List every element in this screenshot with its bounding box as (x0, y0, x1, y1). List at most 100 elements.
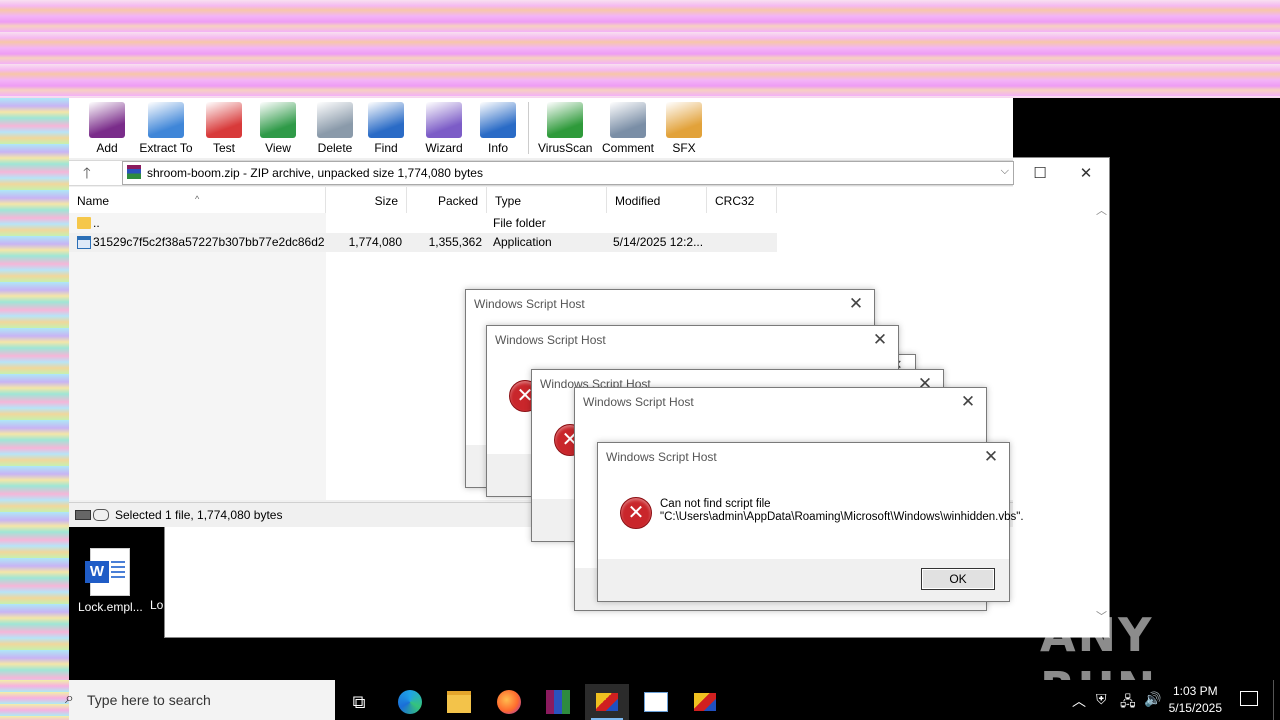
column-header-label: CRC32 (715, 194, 755, 208)
toolbar-button-label: View (265, 141, 291, 155)
file-explorer-icon[interactable] (437, 684, 481, 720)
name-column-shade (69, 213, 326, 500)
word-document-icon: W (85, 548, 130, 596)
add-archive-icon (89, 102, 125, 138)
comment-icon (610, 102, 646, 138)
archive-path-text: shroom-boom.zip - ZIP archive, unpacked … (147, 166, 483, 180)
winrar-taskbar-icon[interactable] (536, 684, 580, 720)
sfx-box-icon (666, 102, 702, 138)
trash-icon (317, 102, 353, 138)
file-row-selected[interactable]: 31529c7f5c2f38a57227b307bb77e2dc86d28...… (69, 233, 777, 252)
up-folder-icon[interactable]: 🡑 (83, 163, 91, 188)
script-host-taskbar-icon[interactable] (585, 684, 629, 720)
edge-browser-icon[interactable] (388, 684, 432, 720)
magic-wand-icon (426, 102, 462, 138)
chevron-up-icon[interactable]: ︿ (1096, 202, 1107, 218)
clock-time: 1:03 PM (1172, 684, 1218, 698)
file-name: .. (93, 216, 100, 230)
test-clipboard-icon (206, 102, 242, 138)
toolbar-button-add[interactable]: Add (87, 102, 127, 155)
column-header-size[interactable]: Size (326, 187, 407, 213)
script-host-taskbar-icon-2[interactable] (683, 684, 727, 720)
file-size: 1,774,080 (348, 235, 402, 249)
toolbar-button-label: Add (96, 141, 118, 155)
info-icon (480, 102, 516, 138)
firefox-icon[interactable] (487, 684, 531, 720)
toolbar-button-label: Extract To (139, 141, 193, 155)
close-icon[interactable]: ✕ (956, 390, 980, 414)
glitch-stripes-bottom (0, 680, 69, 720)
column-header-label: Size (374, 194, 398, 208)
maximize-icon[interactable]: ☐ (1017, 158, 1063, 188)
volume-icon[interactable]: 🔊 (1144, 691, 1161, 708)
toolbar-button-wizard[interactable]: Wizard (424, 102, 464, 155)
toolbar-button-sfx[interactable]: SFX (666, 102, 702, 155)
archive-path-combo[interactable]: shroom-boom.zip - ZIP archive, unpacked … (122, 161, 1014, 185)
toolbar-button-comment[interactable]: Comment (599, 102, 657, 155)
search-placeholder: Type here to search (87, 692, 211, 708)
address-bar: 🡑 shroom-boom.zip - ZIP archive, unpacke… (69, 160, 1014, 188)
column-header-modified[interactable]: Modified (607, 187, 707, 213)
file-type: Application (493, 235, 552, 249)
scrollbar[interactable]: ︿ ﹀ (1093, 198, 1109, 628)
key-icon[interactable] (93, 509, 109, 521)
dialog-title: Windows Script Host (495, 333, 606, 347)
glitch-stripes-left (0, 98, 69, 720)
search-icon: ⌕ (65, 690, 74, 707)
toolbar-button-label: Delete (317, 141, 353, 155)
close-icon[interactable]: ✕ (844, 292, 868, 316)
toolbar-button-view[interactable]: View (256, 102, 300, 155)
toolbar-button-extract-to[interactable]: Extract To (138, 102, 194, 155)
virus-scan-icon (547, 102, 583, 138)
task-view-icon[interactable]: ⧉ (337, 684, 381, 720)
toolbar-button-find[interactable]: Find (368, 102, 404, 155)
file-modified: 5/14/2025 12:2... (613, 235, 704, 249)
file-packed: 1,355,362 (428, 235, 482, 249)
column-header-label: Packed (437, 194, 478, 208)
toolbar-button-label: VirusScan (538, 141, 593, 155)
toolbar-button-label: Test (212, 141, 235, 155)
glitch-stripes-top (0, 0, 1280, 98)
toolbar-button-delete[interactable]: Delete (315, 102, 355, 155)
error-icon: ✕ (620, 497, 652, 529)
ok-button[interactable]: OK (921, 568, 995, 590)
winrar-archive-icon (127, 165, 141, 179)
desktop-icon-label-partial[interactable]: Lo (150, 598, 163, 612)
chevron-up-icon[interactable]: ︿ (1072, 691, 1086, 711)
application-icon (77, 236, 91, 249)
notification-icon[interactable] (1240, 691, 1258, 706)
file-row-parent[interactable]: .. File folder (69, 214, 777, 233)
drive-icon[interactable] (75, 510, 91, 520)
security-icon[interactable]: ⛨ (1096, 691, 1107, 708)
column-header-type[interactable]: Type (487, 187, 607, 213)
column-header-name[interactable]: ^ Name (69, 187, 326, 213)
magnifier-icon (368, 102, 404, 138)
folder-icon (77, 217, 91, 229)
column-header-crc32[interactable]: CRC32 (707, 187, 777, 213)
script-host-dialog-active: Windows Script Host ✕ ✕ Can not find scr… (597, 442, 1024, 602)
app-window-icon[interactable] (634, 684, 678, 720)
dialog-footer: OK (598, 559, 1009, 601)
close-icon[interactable]: ✕ (1063, 158, 1109, 188)
chevron-down-icon[interactable]: ⌵ (1001, 165, 1009, 178)
taskbar-search-box[interactable]: ⌕ Type here to search (65, 680, 335, 720)
error-message: Can not find script file "C:\Users\admin… (660, 498, 1024, 523)
column-header-packed[interactable]: Packed (407, 187, 487, 213)
toolbar-button-test[interactable]: Test (206, 102, 242, 155)
column-header-label: Name (77, 194, 110, 208)
desktop-icon-word-doc[interactable]: W Lock.empl... (78, 548, 143, 614)
winrar-toolbar: Add Extract To Test View Delete Find Wizard Inf… (69, 98, 1013, 158)
toolbar-button-label: Info (487, 141, 508, 155)
close-icon[interactable]: ✕ (868, 328, 892, 352)
close-icon[interactable]: ✕ (979, 445, 1003, 469)
toolbar-button-info[interactable]: Info (480, 102, 516, 155)
taskbar-clock[interactable]: 1:03 PM 5/15/2025 (1169, 683, 1222, 717)
status-text: Selected 1 file, 1,774,080 bytes (115, 508, 283, 522)
dialog-title: Windows Script Host (606, 450, 717, 464)
toolbar-button-virusscan[interactable]: VirusScan (538, 102, 592, 155)
show-desktop-button[interactable] (1273, 680, 1280, 720)
taskbar: ⌕ Type here to search ⧉ ︿ ⛨ 🖧 🔊 1:03 PM … (65, 680, 1280, 720)
desktop-background (1013, 98, 1280, 157)
toolbar-button-label: Comment (601, 141, 654, 155)
network-icon[interactable]: 🖧 (1120, 691, 1136, 715)
